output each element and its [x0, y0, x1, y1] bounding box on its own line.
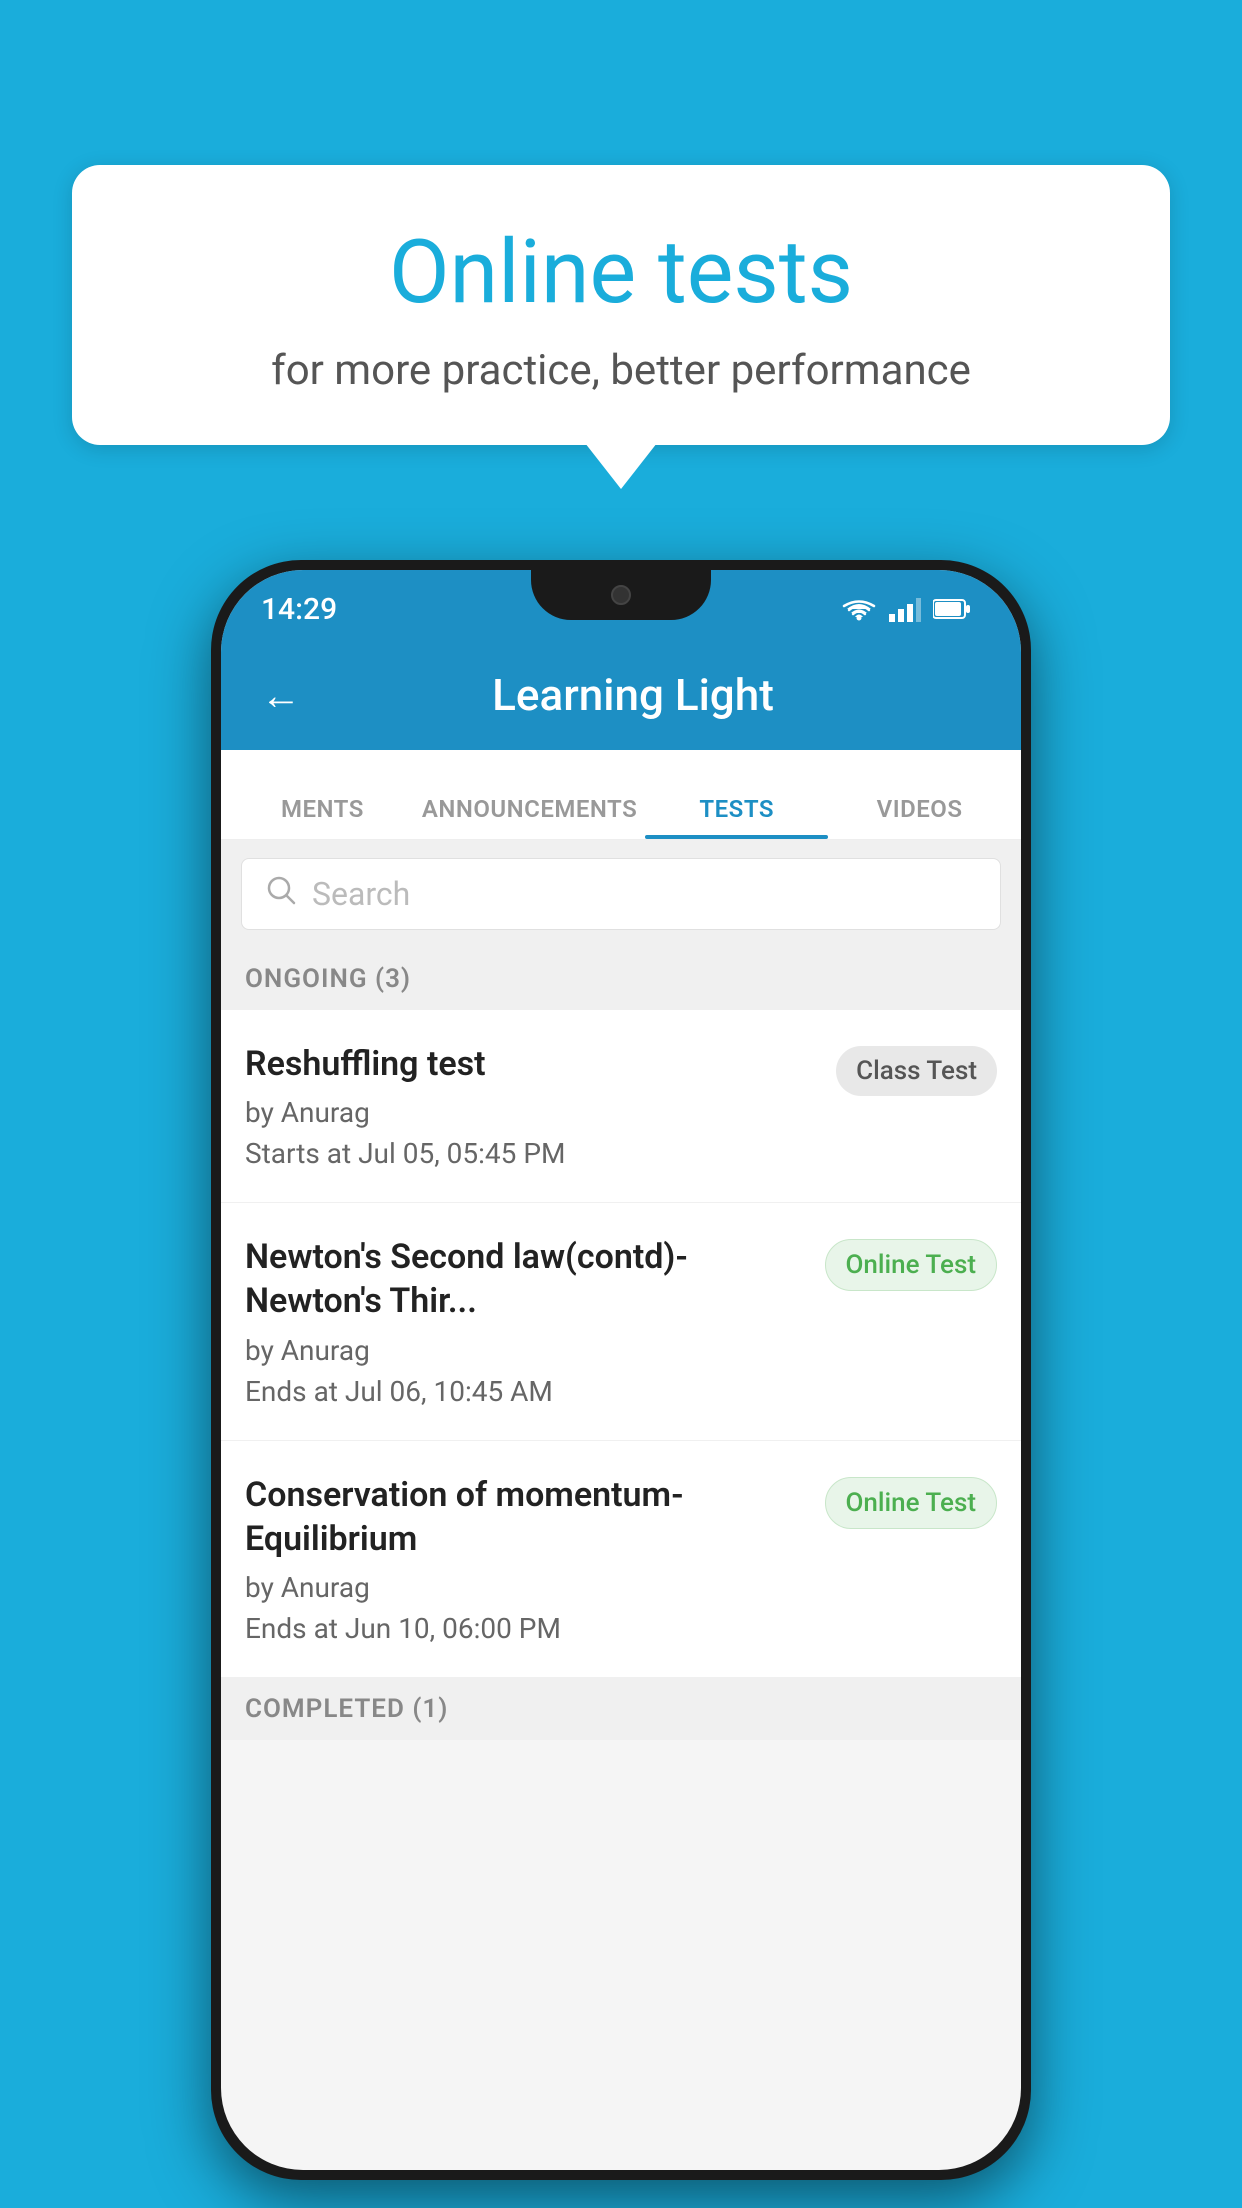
test-date-2: Ends at Jul 06, 10:45 AM	[245, 1375, 805, 1408]
tabs-bar: MENTS ANNOUNCEMENTS TESTS VIDEOS	[221, 750, 1021, 840]
test-info-2: Newton's Second law(contd)-Newton's Thir…	[245, 1235, 825, 1407]
search-container: Search	[221, 840, 1021, 948]
back-button[interactable]: ←	[251, 662, 311, 729]
test-author-1: by Anurag	[245, 1096, 816, 1129]
promo-title: Online tests	[122, 225, 1120, 322]
signal-icon	[889, 596, 921, 622]
test-title-3: Conservation of momentum-Equilibrium	[245, 1473, 805, 1561]
search-bar[interactable]: Search	[241, 858, 1001, 930]
test-info-3: Conservation of momentum-Equilibrium by …	[245, 1473, 825, 1645]
test-author-2: by Anurag	[245, 1334, 805, 1367]
promo-subtitle: for more practice, better performance	[122, 346, 1120, 395]
tab-ments[interactable]: MENTS	[231, 795, 414, 839]
screen-title: Learning Light	[335, 669, 931, 721]
notch	[531, 570, 711, 620]
status-icons	[841, 596, 971, 622]
phone-screen: 14:29	[221, 570, 1021, 2170]
top-navigation-bar: ← Learning Light	[221, 640, 1021, 750]
tab-tests[interactable]: TESTS	[645, 795, 828, 839]
phone-frame: 14:29	[211, 560, 1031, 2180]
completed-label: COMPLETED (1)	[245, 1694, 448, 1724]
test-date-3: Ends at Jun 10, 06:00 PM	[245, 1612, 805, 1645]
status-time: 14:29	[261, 592, 337, 627]
test-list: Reshuffling test by Anurag Starts at Jul…	[221, 1010, 1021, 1678]
tab-videos[interactable]: VIDEOS	[828, 795, 1011, 839]
test-date-1: Starts at Jul 05, 05:45 PM	[245, 1137, 816, 1170]
ongoing-section-header: ONGOING (3)	[221, 948, 1021, 1010]
test-badge-3: Online Test	[825, 1477, 998, 1529]
test-title-1: Reshuffling test	[245, 1042, 816, 1086]
test-badge-2: Online Test	[825, 1239, 998, 1291]
test-badge-1: Class Test	[836, 1046, 997, 1096]
search-icon	[266, 874, 296, 914]
phone-mockup: 14:29	[211, 560, 1031, 2180]
camera	[611, 585, 631, 605]
tab-announcements[interactable]: ANNOUNCEMENTS	[414, 795, 645, 839]
test-author-3: by Anurag	[245, 1571, 805, 1604]
test-title-2: Newton's Second law(contd)-Newton's Thir…	[245, 1235, 805, 1323]
test-info-1: Reshuffling test by Anurag Starts at Jul…	[245, 1042, 836, 1170]
completed-section-header: COMPLETED (1)	[221, 1678, 1021, 1740]
ongoing-label: ONGOING (3)	[245, 964, 411, 994]
promo-card: Online tests for more practice, better p…	[72, 165, 1170, 445]
test-item-3[interactable]: Conservation of momentum-Equilibrium by …	[221, 1441, 1021, 1678]
wifi-icon	[841, 596, 877, 622]
battery-icon	[933, 598, 971, 620]
test-item-2[interactable]: Newton's Second law(contd)-Newton's Thir…	[221, 1203, 1021, 1440]
search-input-placeholder[interactable]: Search	[312, 875, 410, 913]
test-item-1[interactable]: Reshuffling test by Anurag Starts at Jul…	[221, 1010, 1021, 1203]
